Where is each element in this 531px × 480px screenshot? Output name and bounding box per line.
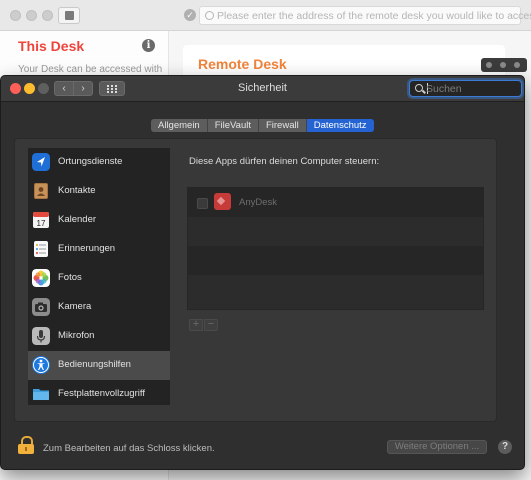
table-row (188, 246, 483, 275)
remote-desk-title: Remote Desk (198, 56, 287, 72)
table-row-anydesk[interactable]: AnyDesk (188, 188, 483, 217)
category-label: Kamera (58, 301, 92, 312)
category-label: Bedienungshilfen (58, 359, 131, 370)
category-label: Festplattenvollzugriff (58, 388, 145, 399)
category-label: Mikrofon (58, 330, 95, 341)
category-fotos[interactable]: Fotos (28, 264, 170, 293)
remote-address-placeholder: Please enter the address of the remote d… (217, 10, 531, 22)
help-button[interactable]: ? (498, 440, 512, 454)
folder-icon (33, 389, 49, 400)
more-options-button[interactable]: Weitere Optionen ... (387, 440, 487, 454)
app-name: AnyDesk (239, 197, 278, 208)
remote-address-input[interactable]: Please enter the address of the remote d… (199, 6, 531, 25)
this-desk-title: This Desk (18, 38, 85, 54)
info-icon[interactable]: i (142, 39, 155, 52)
category-label: Erinnerungen (58, 243, 116, 254)
tab-overview-icon[interactable] (58, 7, 80, 24)
zoom-button[interactable] (42, 10, 53, 21)
add-app-button[interactable]: + (189, 319, 203, 331)
category-label: Kontakte (58, 185, 96, 196)
accessibility-icon (32, 356, 50, 374)
remove-app-button[interactable]: − (204, 319, 218, 331)
category-bedienungshilfen[interactable]: Bedienungshilfen (28, 351, 170, 380)
category-mikrofon[interactable]: Mikrofon (28, 322, 170, 351)
category-label: Fotos (58, 272, 82, 283)
checkmark-icon: ✓ (184, 9, 196, 21)
category-label: Kalender (58, 214, 97, 225)
window-titlebar: ‹ › Sicherheit (1, 76, 524, 102)
tab-filevault[interactable]: FileVault (207, 119, 259, 132)
table-row (188, 217, 483, 246)
category-kamera[interactable]: Kamera (28, 293, 170, 322)
search-icon (205, 11, 214, 20)
location-arrow-icon (32, 153, 50, 171)
category-kontakte[interactable]: Kontakte (28, 177, 170, 206)
anydesk-checkbox[interactable] (197, 198, 208, 209)
anydesk-icon (214, 193, 231, 210)
search-icon (415, 84, 423, 92)
category-festplattenvollzugriff[interactable]: Festplattenvollzugriff (28, 380, 170, 405)
table-row (188, 275, 483, 304)
search-field[interactable] (409, 80, 522, 97)
lock-hint-text: Zum Bearbeiten auf das Schloss klicken. (43, 443, 215, 454)
this-desk-subtitle: Your Desk can be accessed with (18, 64, 163, 75)
category-erinnerungen[interactable]: Erinnerungen (28, 235, 170, 264)
tab-bar: Allgemein FileVault Firewall Datenschutz (151, 119, 374, 132)
padlock-icon[interactable] (18, 436, 34, 454)
mini-window-bar (481, 58, 527, 72)
minimize-button[interactable] (26, 10, 37, 21)
anydesk-titlebar: ✓ Please enter the address of the remote… (0, 0, 531, 31)
close-button[interactable] (10, 10, 21, 21)
tab-allgemein[interactable]: Allgemein (151, 119, 208, 132)
search-input[interactable] (426, 82, 518, 95)
apps-panel-title: Diese Apps dürfen deinen Computer steuer… (189, 156, 380, 167)
microphone-icon (32, 327, 50, 345)
category-label: Ortungsdienste (58, 156, 123, 167)
tab-datenschutz[interactable]: Datenschutz (306, 119, 374, 132)
svg-text:17: 17 (37, 219, 46, 228)
category-kalender[interactable]: 17 Kalender (28, 206, 170, 235)
tab-firewall[interactable]: Firewall (258, 119, 307, 132)
contacts-book-icon (34, 183, 48, 199)
privacy-category-list[interactable]: Ortungsdienste Kontakte 17 Kalender Erin… (28, 148, 170, 405)
category-ortungsdienste[interactable]: Ortungsdienste (28, 148, 170, 177)
calendar-icon: 17 (33, 212, 49, 228)
apps-table: AnyDesk (187, 187, 484, 310)
camera-icon (32, 298, 50, 316)
photos-flower-icon (32, 269, 50, 287)
reminders-list-icon (34, 241, 48, 257)
